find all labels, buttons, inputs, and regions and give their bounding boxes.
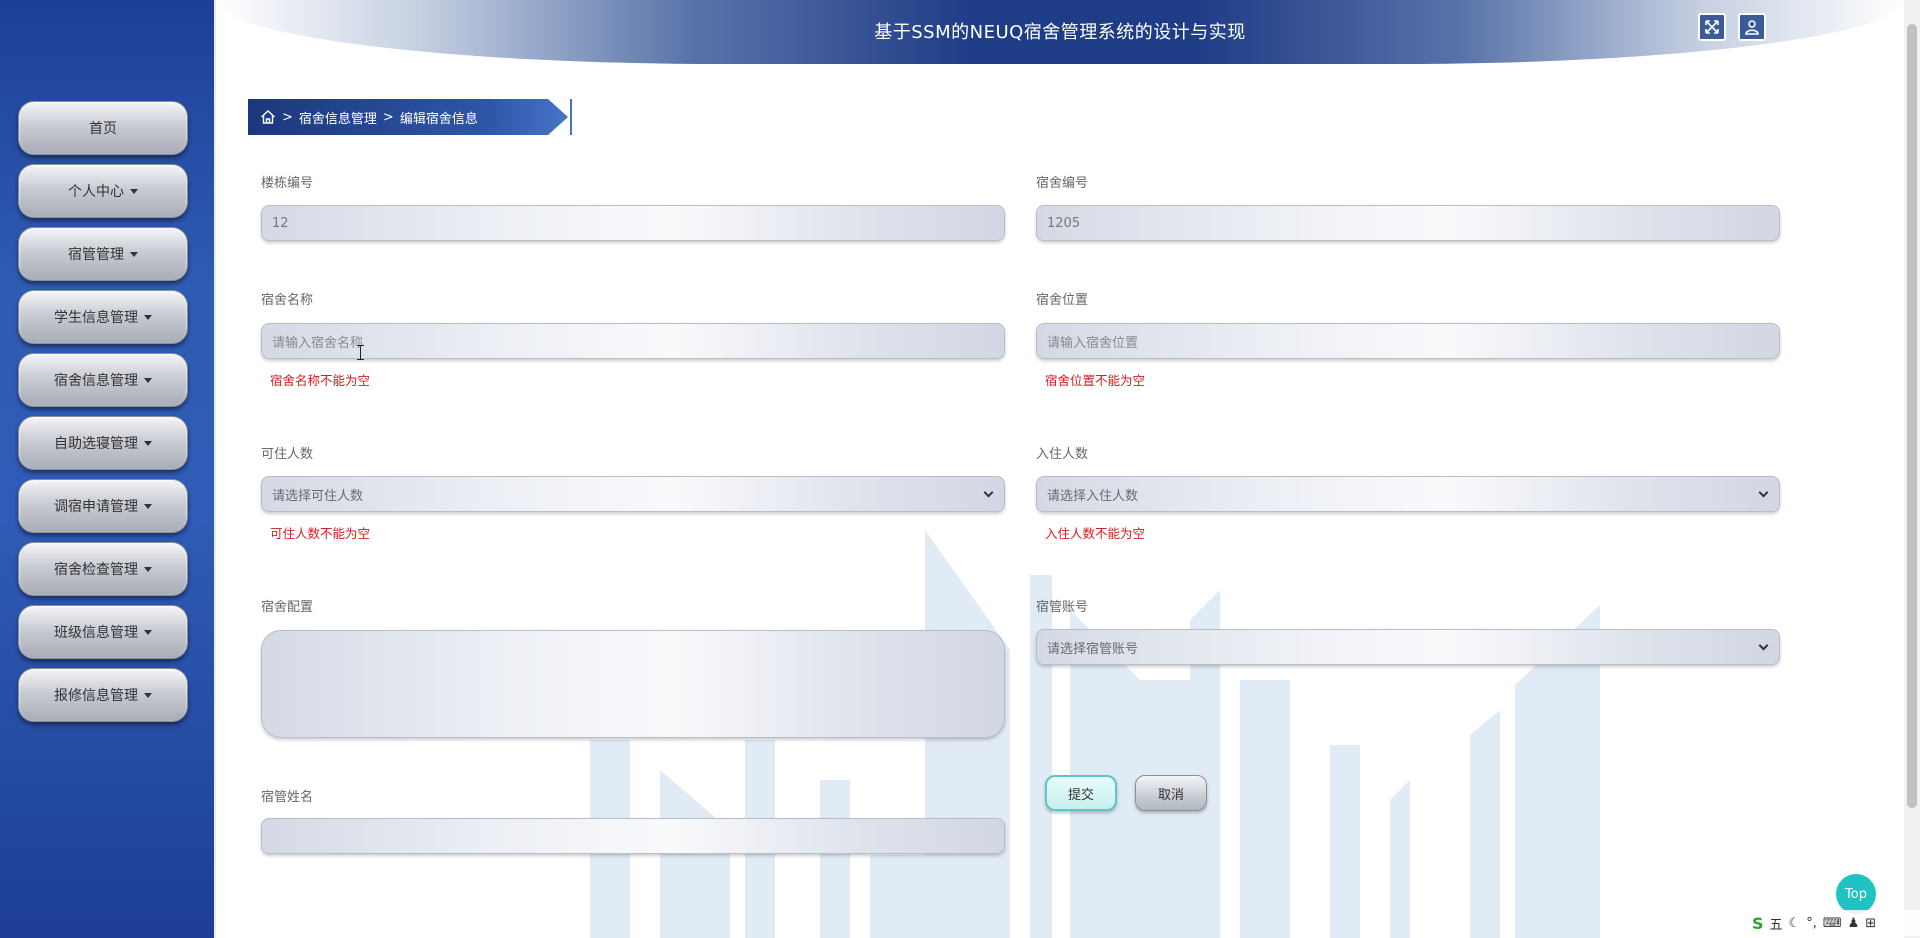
capacity-error: 可住人数不能为空 <box>270 526 371 541</box>
dorm-name-error: 宿舍名称不能为空 <box>270 373 371 388</box>
sidebar-item-label: 调宿申请管理 <box>54 499 138 515</box>
sidebar-item-student-info[interactable]: 学生信息管理 <box>18 290 188 344</box>
home-icon[interactable] <box>260 109 276 125</box>
caret-down-icon <box>144 315 152 320</box>
sogou-logo-icon[interactable]: S <box>1752 914 1764 933</box>
sidebar-item-label: 个人中心 <box>68 184 124 200</box>
manager-account-label: 宿管账号 <box>1036 600 1089 615</box>
dorm-location-error: 宿舍位置不能为空 <box>1045 373 1146 388</box>
dorm-name-input[interactable]: 请输入宿舍名称 <box>261 323 1005 359</box>
sidebar-item-manager-management[interactable]: 宿管管理 <box>18 227 188 281</box>
cancel-button[interactable]: 取消 <box>1135 775 1207 811</box>
sidebar-item-transfer-request[interactable]: 调宿申请管理 <box>18 479 188 533</box>
manager-name-label: 宿管姓名 <box>261 790 314 805</box>
occupants-select-value: 请选择入住人数 <box>1047 488 1139 504</box>
breadcrumb-level1[interactable]: 宿舍信息管理 <box>299 108 377 127</box>
submit-button[interactable]: 提交 <box>1045 775 1117 811</box>
keyboard-icon[interactable]: ⌨ <box>1823 916 1842 931</box>
dorm-location-label: 宿舍位置 <box>1036 293 1089 308</box>
caret-down-icon <box>144 441 152 446</box>
sidebar-item-repair-info[interactable]: 报修信息管理 <box>18 668 188 722</box>
sidebar-item-label: 报修信息管理 <box>54 688 138 704</box>
capacity-label: 可住人数 <box>261 447 314 462</box>
page-title: 基于SSM的NEUQ宿舍管理系统的设计与实现 <box>874 22 1246 43</box>
dorm-no-input[interactable]: 1205 <box>1036 205 1780 241</box>
fullscreen-button[interactable] <box>1698 13 1726 41</box>
breadcrumb-separator: > <box>282 109 293 125</box>
breadcrumb: > 宿舍信息管理 > 编辑宿舍信息 <box>248 99 572 135</box>
occupants-label: 入住人数 <box>1036 447 1089 462</box>
caret-down-icon <box>130 252 138 257</box>
sidebar-item-dorm-inspection[interactable]: 宿舍检查管理 <box>18 542 188 596</box>
caret-down-icon <box>144 378 152 383</box>
config-textarea[interactable] <box>261 630 1005 738</box>
sidebar-item-label: 自助选寝管理 <box>54 436 138 452</box>
sidebar-item-label: 班级信息管理 <box>54 625 138 641</box>
grid-icon[interactable]: ⊞ <box>1865 916 1876 931</box>
occupants-select[interactable]: 请选择入住人数 <box>1036 476 1780 512</box>
chevron-down-icon <box>1758 640 1769 650</box>
chevron-down-icon <box>983 487 994 497</box>
sidebar-item-personal-center[interactable]: 个人中心 <box>18 164 188 218</box>
fullscreen-icon <box>1705 20 1719 34</box>
moon-icon[interactable]: ☾ <box>1789 916 1801 931</box>
manager-account-select-value: 请选择宿管账号 <box>1047 641 1139 657</box>
back-to-top-button[interactable]: Top <box>1836 874 1876 914</box>
user-icon <box>1745 20 1759 35</box>
vertical-scrollbar[interactable] <box>1904 0 1920 938</box>
sidebar-item-dorm-info[interactable]: 宿舍信息管理 <box>18 353 188 407</box>
sidebar-item-label: 学生信息管理 <box>54 310 138 326</box>
manager-account-select[interactable]: 请选择宿管账号 <box>1036 629 1780 665</box>
sidebar-item-label: 宿管管理 <box>68 247 124 263</box>
sidebar-item-class-info[interactable]: 班级信息管理 <box>18 605 188 659</box>
caret-down-icon <box>144 504 152 509</box>
person-icon[interactable]: ♟ <box>1848 916 1860 931</box>
sidebar-item-label: 宿舍信息管理 <box>54 373 138 389</box>
capacity-select-value: 请选择可住人数 <box>272 488 364 504</box>
user-button[interactable] <box>1738 13 1766 41</box>
breadcrumb-level2: 编辑宿舍信息 <box>399 111 478 127</box>
caret-down-icon <box>144 693 152 698</box>
caret-down-icon <box>144 630 152 635</box>
sidebar: 首页 个人中心 宿管管理 学生信息管理 宿舍信息管理 自助选寝管理 调宿申请管理… <box>0 0 216 938</box>
sidebar-item-home[interactable]: 首页 <box>18 101 188 155</box>
sidebar-item-self-select[interactable]: 自助选寝管理 <box>18 416 188 470</box>
config-label: 宿舍配置 <box>261 600 314 615</box>
chevron-down-icon <box>1758 487 1769 497</box>
breadcrumb-separator: > <box>382 109 394 125</box>
capacity-select[interactable]: 请选择可住人数 <box>261 476 1005 512</box>
dorm-no-label: 宿舍编号 <box>1036 176 1089 191</box>
ime-mode[interactable]: 五 <box>1770 914 1783 933</box>
ime-toolbar[interactable]: S 五 ☾ °, ⌨ ♟ ⊞ <box>1752 910 1920 936</box>
punctuation-icon[interactable]: °, <box>1806 916 1817 931</box>
caret-down-icon <box>130 189 138 194</box>
manager-name-input[interactable] <box>261 818 1005 854</box>
occupants-error: 入住人数不能为空 <box>1045 526 1146 541</box>
sidebar-item-label: 宿舍检查管理 <box>54 562 138 578</box>
text-cursor-icon <box>357 345 364 360</box>
dorm-location-input[interactable]: 请输入宿舍位置 <box>1036 323 1780 359</box>
building-no-input[interactable]: 12 <box>261 205 1005 241</box>
sidebar-item-label: 首页 <box>89 121 117 137</box>
building-no-label: 楼栋编号 <box>261 176 314 191</box>
caret-down-icon <box>144 567 152 572</box>
scrollbar-thumb[interactable] <box>1907 24 1917 808</box>
dorm-name-label: 宿舍名称 <box>261 293 314 308</box>
header: 基于SSM的NEUQ宿舍管理系统的设计与实现 <box>216 0 1904 64</box>
